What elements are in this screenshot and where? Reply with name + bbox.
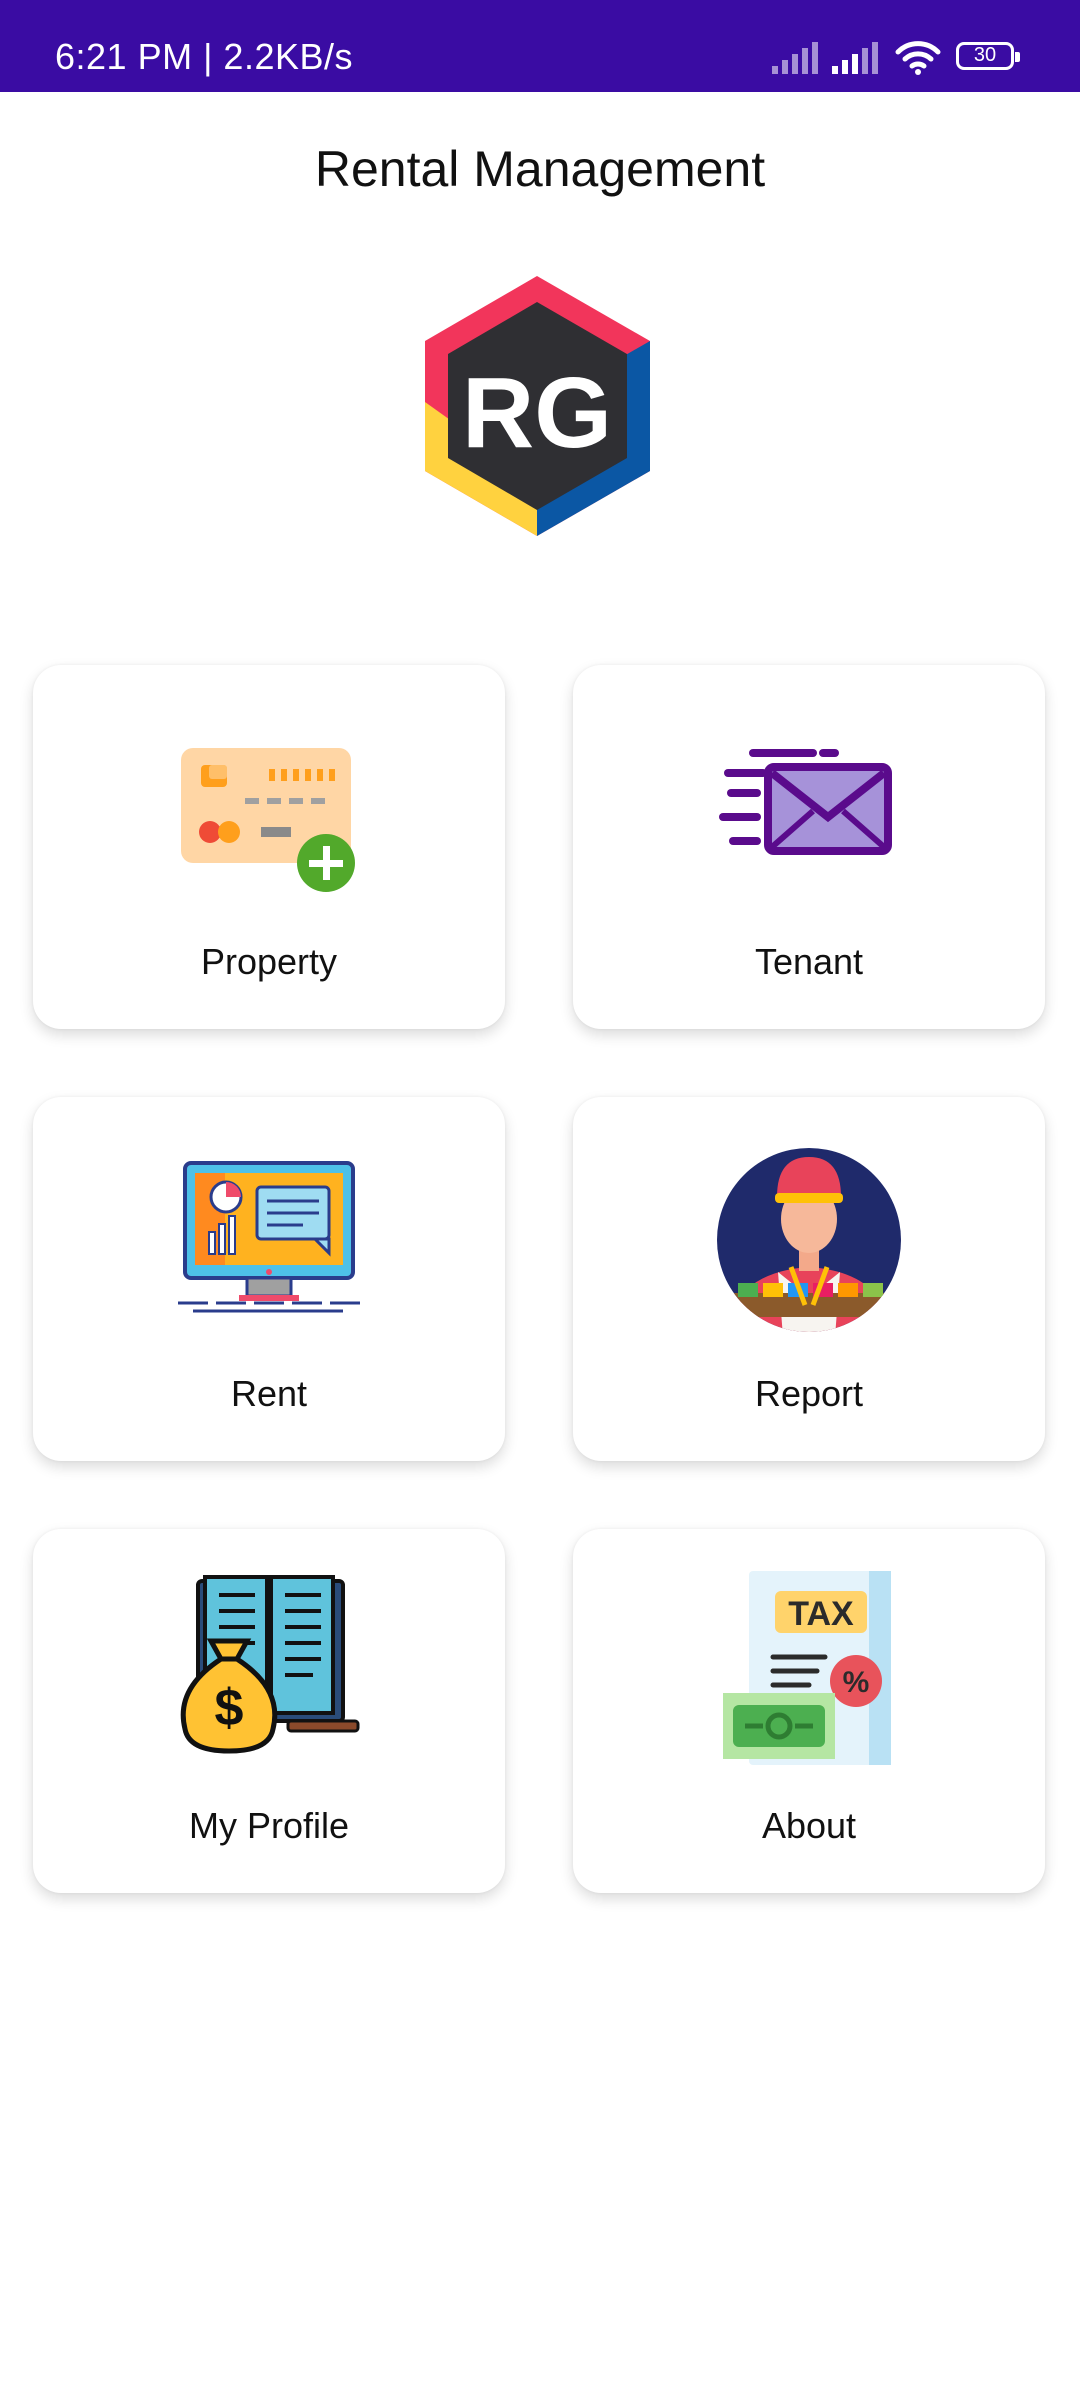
wifi-icon [895,41,941,75]
menu-label: Rent [230,1373,308,1414]
status-bar: 6:21 PM | 2.2KB/s 30 [0,0,1080,92]
battery-icon: 30 [956,42,1020,70]
menu-card-report[interactable]: Report [573,1097,1045,1461]
status-icons: 30 [770,40,1020,80]
svg-text:TAX: TAX [788,1595,854,1633]
tax-document-icon: TAX % [573,1529,1045,1829]
logo-text: RG [462,357,612,469]
menu-card-about[interactable]: TAX % About [573,1529,1045,1893]
signal-icon [772,42,818,74]
envelope-icon [573,665,1045,965]
svg-text:%: % [843,1666,870,1699]
money-bag-book-icon: $ [33,1529,505,1829]
menu-card-tenant[interactable]: Tenant [573,665,1045,1029]
status-time-speed: 6:21 PM | 2.2KB/s [55,36,353,77]
menu-card-my-profile[interactable]: $ My Profile [33,1529,505,1893]
monitor-chart-icon [33,1097,505,1397]
vendor-person-icon [573,1097,1045,1397]
battery-level: 30 [973,44,997,66]
app-logo: RG [415,272,660,548]
menu-card-rent[interactable]: Rent [33,1097,505,1461]
menu-label: Property [200,941,338,982]
page-title: Rental Management [314,141,766,197]
menu-card-property[interactable]: Property [33,665,505,1029]
svg-text:$: $ [215,1679,244,1737]
menu-label: My Profile [188,1805,350,1846]
signal-icon [832,42,878,74]
credit-card-add-icon [33,665,505,965]
menu-label: Report [754,1373,864,1414]
menu-label: Tenant [754,941,864,982]
menu-label: About [761,1805,857,1846]
